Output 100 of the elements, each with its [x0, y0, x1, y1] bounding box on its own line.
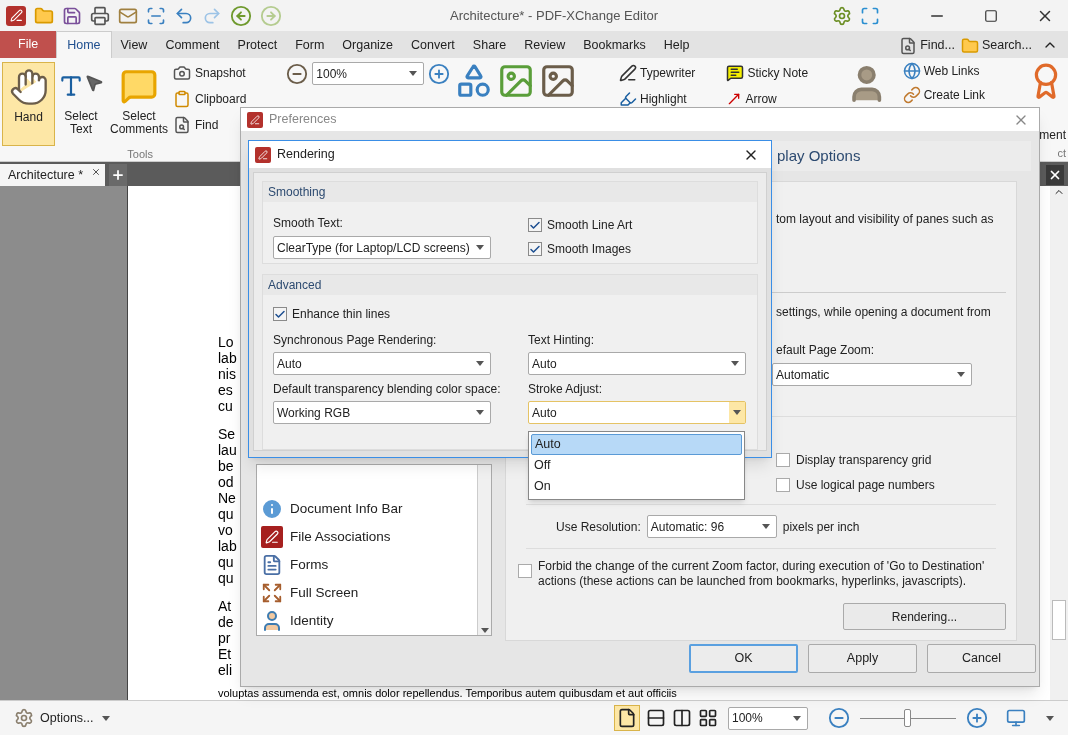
folder-icon[interactable]: [34, 5, 54, 26]
group-title: Advanced: [268, 277, 322, 294]
document-tab[interactable]: Architecture *: [0, 164, 92, 186]
dropdown-field[interactable]: Working RGB: [273, 401, 491, 424]
dropdown-option[interactable]: Auto: [531, 434, 742, 455]
info-icon: [260, 497, 284, 521]
ribbon-tab[interactable]: Review: [515, 33, 575, 58]
caret-icon: [101, 715, 110, 721]
checkbox[interactable]: [528, 242, 542, 256]
dialog-button[interactable]: Cancel: [927, 644, 1036, 673]
rendering-button[interactable]: Rendering...: [843, 603, 1006, 630]
zoom-slider[interactable]: [860, 709, 956, 727]
checkbox[interactable]: [776, 453, 790, 467]
page-text: de: [218, 614, 234, 630]
ribbon-tab[interactable]: Help: [654, 33, 699, 58]
ribbon-tab[interactable]: Home: [56, 31, 112, 58]
dropdown-field[interactable]: 100%: [728, 706, 808, 730]
view-mode-icon[interactable]: [1006, 708, 1026, 728]
zoom-in-icon[interactable]: [966, 707, 988, 729]
print-icon[interactable]: [90, 5, 110, 26]
category-item[interactable]: File Associations: [290, 526, 391, 548]
tool-button[interactable]: Hand: [2, 62, 55, 146]
search-link[interactable]: Search...: [981, 36, 1032, 55]
dropdown-option[interactable]: On: [531, 476, 742, 497]
field-label: Stroke Adjust:: [528, 381, 604, 398]
tool-label[interactable]: ment: [1039, 128, 1066, 142]
single-page-icon[interactable]: [614, 705, 640, 731]
tool-button[interactable]: Select Comments: [107, 62, 171, 146]
dropdown-field[interactable]: Automatic: 96: [646, 515, 777, 538]
field-label: Default transparency blending color space:: [273, 381, 502, 398]
tool-label[interactable]: Create Link: [923, 86, 985, 104]
category-item[interactable]: Full Screen: [290, 582, 359, 604]
dialog-button[interactable]: Apply: [808, 644, 917, 673]
tool-button[interactable]: Select Text: [57, 62, 105, 146]
zoom-out-icon[interactable]: [286, 62, 309, 85]
tool-label[interactable]: Find: [195, 116, 219, 134]
page-text: od: [218, 474, 234, 490]
maximize-icon[interactable]: [984, 8, 998, 23]
close-document-icon[interactable]: [1048, 168, 1062, 182]
fullscreen-icon[interactable]: [860, 5, 880, 26]
scrollbar-thumb[interactable]: [1052, 600, 1066, 640]
dropdown-field[interactable]: Auto: [528, 352, 746, 375]
ribbon-tab[interactable]: Protect: [228, 33, 287, 58]
back-icon[interactable]: [230, 4, 252, 27]
dropdown-field[interactable]: Auto: [528, 401, 746, 424]
category-item[interactable]: Document Info Bar: [290, 498, 403, 520]
window-title: Architecture* - PDF-XChange Editor: [450, 6, 659, 25]
ribbon-tab[interactable]: Form: [286, 33, 334, 58]
ribbon-tab[interactable]: View: [111, 33, 157, 58]
checkbox[interactable]: [776, 478, 790, 492]
fullscreen-icon: [261, 582, 283, 604]
tool-label[interactable]: Arrow: [745, 90, 777, 108]
comments-icon: [120, 67, 158, 105]
page-text: Se: [218, 426, 236, 442]
scanner-icon[interactable]: [146, 5, 166, 26]
tool-label[interactable]: Highlight: [640, 90, 687, 108]
checkbox[interactable]: [518, 564, 532, 578]
ribbon-tab[interactable]: Organize: [333, 33, 403, 58]
settings-icon[interactable]: [832, 5, 852, 26]
ribbon-tab[interactable]: Comment: [156, 33, 229, 58]
category-item[interactable]: Identity: [290, 610, 334, 632]
checkbox[interactable]: [273, 307, 287, 321]
tool-label[interactable]: Typewriter: [640, 64, 696, 82]
dropdown-field[interactable]: 100%: [312, 62, 425, 85]
field-label: Synchronous Page Rendering:: [273, 332, 438, 349]
annotation-icon: [619, 64, 637, 82]
zoom-out-icon[interactable]: [828, 707, 850, 729]
options-button[interactable]: Options...: [40, 708, 110, 728]
new-tab-icon[interactable]: [111, 168, 126, 182]
two-pages-icon[interactable]: [672, 708, 692, 728]
dropdown-field[interactable]: Auto: [273, 352, 491, 375]
tool-label[interactable]: Web Links: [923, 62, 980, 80]
dropdown-field[interactable]: ClearType (for Laptop/LCD screens): [273, 236, 491, 259]
grid-pages-icon[interactable]: [698, 708, 718, 728]
description-text: settings, while opening a document from: [776, 304, 991, 321]
checkbox[interactable]: [528, 218, 542, 232]
tool-label[interactable]: Clipboard: [195, 90, 247, 108]
ribbon-tab[interactable]: Bookmarks: [574, 33, 655, 58]
close-tab-icon[interactable]: [91, 167, 102, 177]
dialog-button[interactable]: OK: [689, 644, 798, 673]
zoom-in-icon[interactable]: [428, 62, 451, 85]
save-icon[interactable]: [62, 5, 82, 26]
tool-label[interactable]: Snapshot: [195, 64, 246, 82]
file-menu[interactable]: File: [0, 31, 57, 58]
dropdown-option[interactable]: Off: [531, 455, 742, 476]
dropdown-field[interactable]: Automatic: [772, 363, 972, 386]
hand-icon: [8, 67, 49, 107]
continuous-page-icon[interactable]: [646, 708, 666, 728]
tool-label[interactable]: Sticky Note: [747, 64, 809, 82]
slider-thumb[interactable]: [904, 709, 911, 727]
ribbon-tab[interactable]: Share: [463, 33, 516, 58]
ribbon-tab[interactable]: Convert: [402, 33, 464, 58]
find-link[interactable]: Find...: [920, 36, 955, 55]
unit-label: pixels per inch: [782, 518, 860, 536]
checkbox-label: Enhance thin lines: [292, 306, 391, 323]
checkbox-label: Forbid the change of the current Zoom factor, during execution of 'Go to Destination' actions (these actions can be launched from bookmarks, hyperlinks, javascripts).: [538, 559, 986, 589]
app-logo-icon: [247, 111, 263, 128]
undo-icon[interactable]: [174, 5, 194, 26]
group-title: Smoothing: [268, 184, 326, 201]
category-item[interactable]: Forms: [290, 554, 329, 576]
